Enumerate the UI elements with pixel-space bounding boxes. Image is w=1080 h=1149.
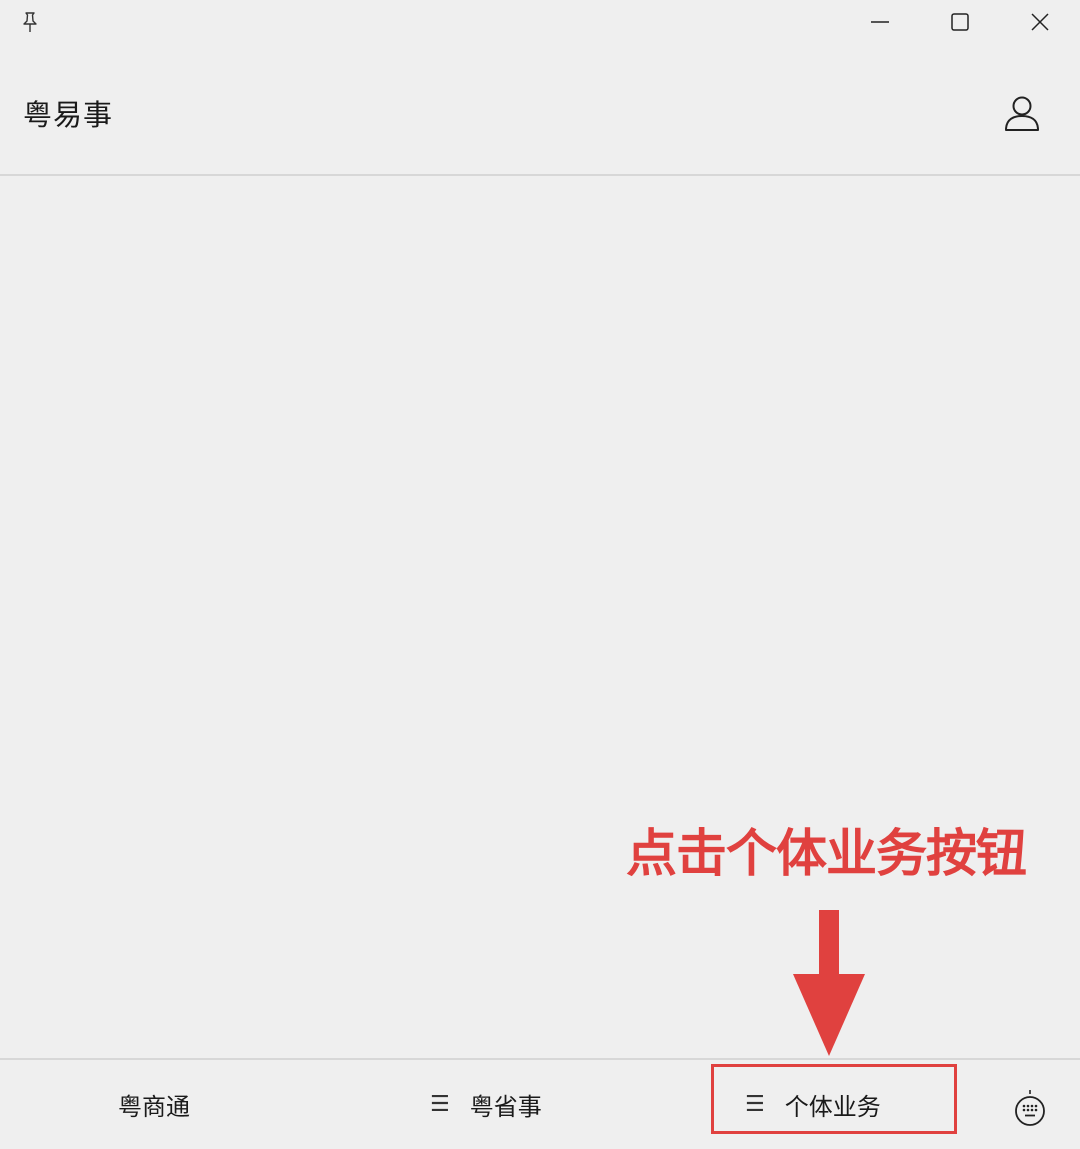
close-button[interactable] — [1000, 0, 1080, 44]
annotation-label: 点击个体业务按钮 — [626, 824, 1027, 884]
arrow-down-icon — [793, 910, 865, 1056]
minimize-icon — [871, 21, 889, 23]
window-titlebar — [0, 0, 1080, 46]
app-header: 粤易事 — [0, 46, 1080, 176]
menu-list-icon: ☰ — [430, 1092, 450, 1117]
maximize-button[interactable] — [920, 0, 1000, 44]
maximize-icon — [951, 13, 969, 31]
menu-item-yueshengshi[interactable]: ☰ 粤省事 — [430, 1060, 542, 1149]
keyboard-button[interactable] — [1008, 1086, 1052, 1130]
menu-item-label: 粤商通 — [118, 1093, 190, 1121]
minimize-button[interactable] — [840, 0, 920, 44]
pin-button[interactable] — [14, 6, 46, 38]
keyboard-icon — [1015, 1090, 1045, 1126]
main-content — [0, 176, 1080, 1058]
page-title: 粤易事 — [23, 98, 114, 132]
highlight-box — [711, 1064, 957, 1134]
user-button[interactable] — [998, 90, 1046, 138]
menu-item-label: 粤省事 — [469, 1093, 542, 1121]
menu-item-yueshangtong[interactable]: 粤商通 — [118, 1060, 190, 1149]
close-icon — [1031, 13, 1049, 31]
pin-icon — [23, 12, 37, 32]
user-icon — [1005, 96, 1039, 131]
